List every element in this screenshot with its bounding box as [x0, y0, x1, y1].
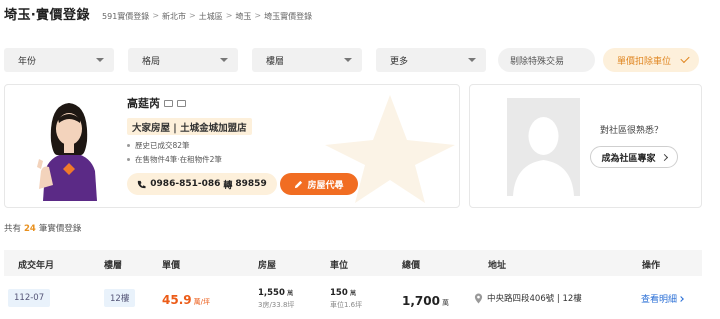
caret-down-icon [220, 58, 228, 62]
agent-stat-sold-text: 歷史已成交82筆 [135, 141, 190, 150]
table-header: 成交年月 樓層 單價 房屋 車位 總價 地址 操作 [4, 250, 702, 276]
caret-down-icon [468, 58, 476, 62]
pencil-icon [295, 180, 303, 188]
column-header-house: 房屋 [258, 261, 277, 271]
house-price: 1,550 萬 3房/33.8坪 [258, 287, 294, 310]
id-card-icon [164, 99, 173, 107]
breadcrumb-item[interactable]: 土城區 [199, 11, 223, 22]
exclude-parking-toggle[interactable]: 單價扣除車位 [603, 48, 699, 72]
total-price-unit: 萬 [441, 299, 449, 307]
house-detail: 3房/33.8坪 [258, 301, 295, 309]
breadcrumb-item[interactable]: 新北市 [162, 11, 186, 22]
become-expert-button[interactable]: 成為社區專家 [590, 146, 678, 168]
exclude-parking-label: 單價扣除車位 [617, 56, 672, 67]
unit-price-value: 45.9 [162, 293, 192, 307]
agent-stat-listing-text: 在售物件4筆·在租物件2筆 [135, 155, 222, 164]
agent-stat-listing: 在售物件4筆·在租物件2筆 [127, 154, 222, 165]
bullet-icon [127, 144, 130, 147]
more-select-label: 更多 [390, 56, 409, 67]
column-header-action: 操作 [642, 261, 661, 271]
column-header-unit-price: 單價 [162, 261, 181, 271]
parking-price-line: 150 萬 [330, 287, 362, 298]
view-details-label: 查看明細 [641, 295, 678, 305]
page-title: 埼玉‧實價登錄 [4, 8, 91, 23]
become-expert-label: 成為社區專家 [601, 153, 656, 164]
transactions-table: 成交年月 樓層 單價 房屋 車位 總價 地址 操作 112-07 12樓 45.… [4, 250, 702, 319]
expert-question: 對社區很熟悉？ [600, 126, 664, 136]
year-select-label: 年份 [18, 56, 37, 67]
community-expert-card: 對社區很熟悉？ 成為社區專家 [469, 84, 702, 208]
caret-down-icon [344, 58, 352, 62]
parking-price-value: 150 [330, 288, 348, 298]
commission-search-label: 房屋代尋 [307, 180, 344, 191]
trade-date: 112-07 [8, 289, 51, 307]
phone-icon [138, 180, 146, 188]
address: 中央路四段406號 | 12樓 [474, 292, 582, 304]
commission-search-button[interactable]: 房屋代尋 [280, 173, 358, 195]
floor-select[interactable]: 樓層 [252, 48, 362, 72]
column-header-parking: 車位 [330, 261, 349, 271]
unit-price-unit: 萬/坪 [193, 298, 210, 306]
agent-avatar [25, 93, 115, 201]
parking-price-unit: 萬 [349, 289, 357, 297]
breadcrumb-separator: > [225, 11, 233, 20]
floor-badge: 12樓 [104, 289, 136, 307]
house-price-line: 1,550 萬 [258, 287, 294, 298]
breadcrumb-item[interactable]: 591實價登錄 [102, 11, 149, 22]
parking-price: 150 萬 車位1.6坪 [330, 287, 362, 310]
result-summary: 共有 24 筆實價登錄 [4, 222, 81, 234]
chevron-right-icon [678, 295, 684, 302]
floor-select-label: 樓層 [266, 56, 285, 67]
house-price-unit: 萬 [286, 289, 294, 297]
agent-card: 高莚芮 大家房屋 | 土城金城加盟店 歷史已成交82筆 在售物件4筆·在租物件2… [4, 84, 460, 208]
total-price: 1,700 萬 [402, 290, 449, 309]
breadcrumb-separator: > [152, 11, 160, 20]
column-header-floor: 樓層 [104, 261, 123, 271]
agent-stat-sold: 歷史已成交82筆 [127, 140, 190, 151]
check-icon [680, 53, 690, 64]
exclude-special-toggle[interactable]: 剔除特殊交易 [498, 48, 595, 72]
phone-ext-sep: 轉 [223, 180, 233, 191]
avatar-placeholder-icon [507, 98, 580, 196]
unit-price: 45.9 萬/坪 [162, 289, 210, 308]
location-pin-icon [474, 293, 483, 303]
view-details-link[interactable]: 查看明細 [641, 292, 684, 305]
breadcrumb-separator: > [189, 11, 196, 20]
address-text: 中央路四段406號 | 12樓 [487, 294, 582, 304]
more-select[interactable]: 更多 [376, 48, 486, 72]
table-row[interactable]: 112-07 12樓 45.9 萬/坪 1,550 萬 3房/33.8坪 150 萬 … [4, 276, 702, 319]
license-icon [177, 99, 186, 107]
filter-bar: 年份 格局 樓層 更多 剔除特殊交易 單價扣除車位 [4, 48, 699, 72]
parking-detail: 車位1.6坪 [330, 301, 363, 309]
chevron-right-icon [660, 153, 668, 161]
agent-name: 高莚芮 [127, 95, 186, 111]
bullet-icon [127, 158, 130, 161]
agent-name-text: 高莚芮 [127, 97, 160, 110]
result-count: 24 [24, 224, 36, 234]
layout-select-label: 格局 [142, 56, 161, 67]
breadcrumb-item-current: 埼玉實價登錄 [264, 12, 313, 21]
agent-company: 大家房屋 | 土城金城加盟店 [127, 118, 252, 135]
column-header-date: 成交年月 [18, 261, 55, 271]
house-price-value: 1,550 [258, 288, 285, 298]
phone-ext: 89859 [235, 179, 267, 189]
breadcrumb-separator: > [254, 11, 262, 20]
page-header: 埼玉‧實價登錄 591實價登錄 > 新北市 > 土城區 > 埼玉 > 埼玉實價登… [4, 4, 312, 24]
breadcrumb: 591實價登錄 > 新北市 > 土城區 > 埼玉 > 埼玉實價登錄 [102, 11, 312, 22]
summary-suffix: 筆實價登錄 [38, 224, 82, 234]
exclude-special-label: 剔除特殊交易 [510, 56, 565, 67]
agent-phone-number: 0986-851-086 [150, 179, 221, 189]
breadcrumb-item[interactable]: 埼玉 [235, 11, 251, 22]
layout-select[interactable]: 格局 [128, 48, 238, 72]
agent-phone[interactable]: 0986-851-086 轉 89859 [127, 173, 277, 195]
year-select[interactable]: 年份 [4, 48, 114, 72]
column-header-total: 總價 [402, 261, 421, 271]
summary-prefix: 共有 [4, 224, 22, 234]
caret-down-icon [96, 58, 104, 62]
column-header-address: 地址 [488, 261, 507, 271]
total-price-value: 1,700 [402, 294, 440, 308]
